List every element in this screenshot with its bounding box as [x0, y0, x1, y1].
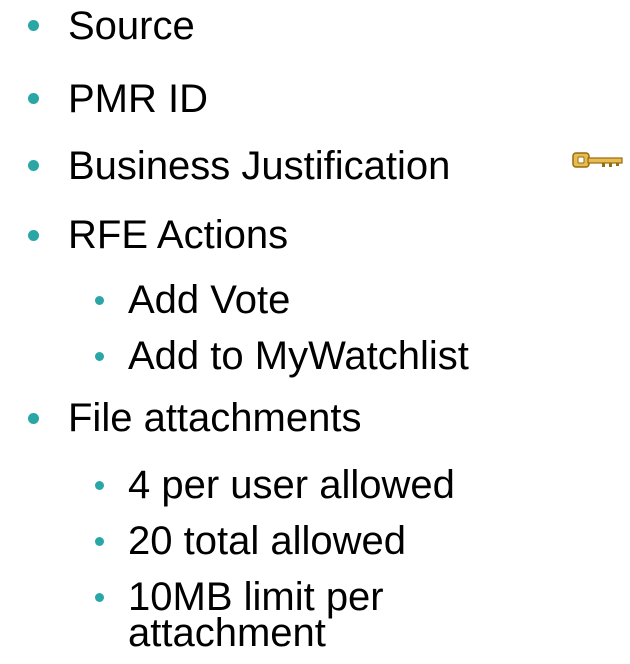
list-item-source: Source: [68, 4, 195, 48]
bullet: [95, 481, 104, 490]
list-item-rfe-actions: RFE Actions: [68, 213, 289, 257]
list-item-business-justification: Business Justification: [68, 144, 451, 188]
list-item-file-attachments: File attachments: [68, 396, 362, 440]
list-item-10mb-limit-continued: attachment: [128, 611, 326, 655]
key-icon: [572, 152, 623, 168]
bullet: [28, 93, 39, 104]
list-item-pmr-id: PMR ID: [68, 77, 208, 121]
list-item-add-vote: Add Vote: [128, 278, 291, 322]
bullet: [95, 296, 104, 305]
bullet: [95, 593, 104, 602]
list-item-20-total-allowed: 20 total allowed: [128, 519, 406, 563]
list-item-4-per-user-allowed: 4 per user allowed: [128, 463, 455, 507]
bullet: [28, 160, 39, 171]
bullet: [28, 230, 39, 241]
bullet: [95, 352, 104, 361]
list-item-add-to-mywatchlist: Add to MyWatchlist: [128, 334, 469, 378]
bullet: [28, 20, 39, 31]
bullet: [28, 413, 39, 424]
bullet: [95, 537, 104, 546]
